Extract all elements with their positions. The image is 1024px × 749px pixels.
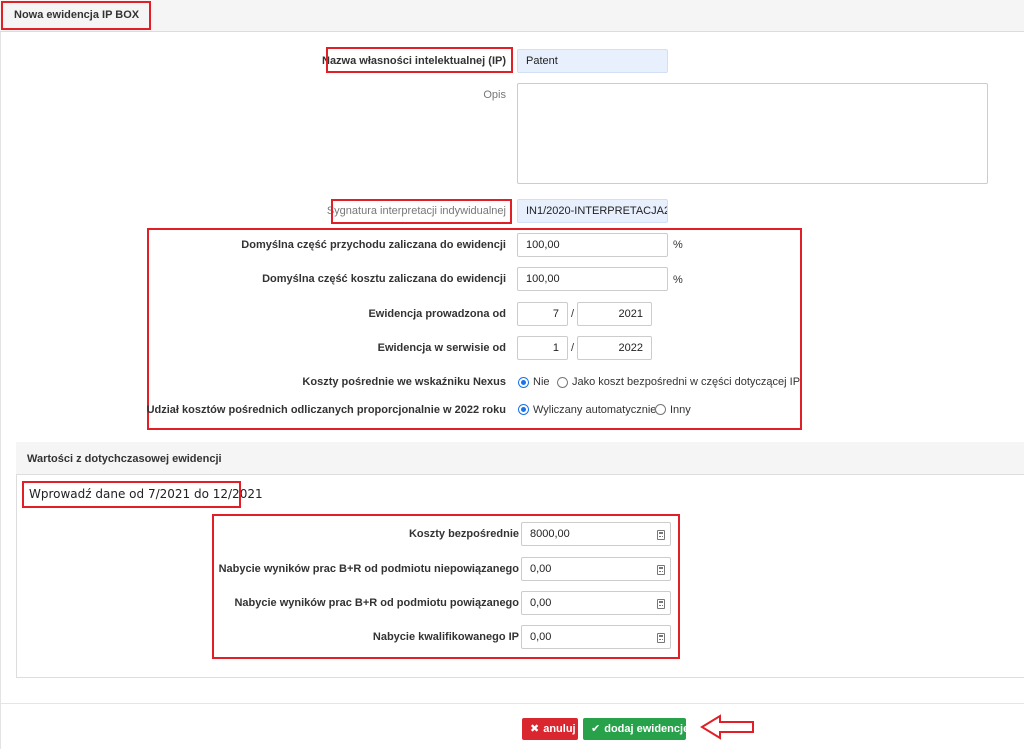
panel-header — [0, 0, 1024, 32]
kept-since-separator: / — [571, 308, 575, 320]
qualified-ip-label: Nabycie kwalifikowanego IP — [372, 631, 519, 643]
highlight-settings-group — [147, 228, 802, 430]
kept-since-label: Ewidencja prowadzona od — [368, 308, 506, 320]
close-icon: ✖ — [530, 723, 540, 735]
rd-unrelated-input[interactable]: 0,00 — [521, 557, 671, 581]
cost-share-unit: % — [673, 274, 683, 286]
kept-since-month-input[interactable]: 7 — [517, 302, 568, 326]
nexus-option-nie-label: Nie — [533, 376, 550, 388]
cost-share-input[interactable]: 100,00 — [517, 267, 668, 291]
calculator-icon[interactable] — [657, 565, 665, 575]
indirect-option-auto-radio[interactable] — [518, 404, 529, 415]
indirect-option-other-radio[interactable] — [655, 404, 666, 415]
calculator-icon[interactable] — [657, 599, 665, 609]
indirect-option-other-label: Inny — [670, 404, 691, 416]
add-record-button[interactable]: ✔ dodaj ewidencję — [583, 718, 689, 740]
indirect-share-label: Udział kosztów pośrednich odliczanych pr… — [146, 404, 506, 416]
income-share-unit: % — [673, 239, 683, 251]
rd-unrelated-label: Nabycie wyników prac B+R od podmiotu nie… — [218, 563, 519, 575]
direct-costs-input[interactable]: 8000,00 — [521, 522, 671, 546]
rd-related-label: Nabycie wyników prac B+R od podmiotu pow… — [234, 597, 519, 609]
description-label: Opis — [483, 89, 506, 101]
service-since-month-input[interactable]: 1 — [517, 336, 568, 360]
service-since-separator: / — [571, 342, 575, 354]
previous-values-title: Wartości z dotychczasowej ewidencji — [27, 453, 222, 465]
direct-costs-label: Koszty bezpośrednie — [408, 528, 519, 540]
footer-divider — [0, 703, 1024, 704]
calculator-icon[interactable] — [657, 633, 665, 643]
service-since-year-input[interactable]: 2022 — [577, 336, 652, 360]
description-textarea[interactable] — [517, 83, 988, 184]
indirect-option-auto-label: Wyliczany automatycznie — [533, 404, 657, 416]
highlight-signature-label — [331, 199, 512, 224]
nexus-option-direct-radio[interactable] — [557, 377, 568, 388]
ip-name-field[interactable]: Patent — [517, 49, 668, 73]
calculator-icon[interactable] — [657, 530, 665, 540]
highlight-panel-title — [1, 1, 151, 30]
nexus-option-direct-label: Jako koszt bezpośredni w części dotycząc… — [572, 376, 801, 388]
highlight-ip-name-label — [326, 47, 513, 73]
arrow-left-icon — [700, 714, 754, 740]
nexus-indirect-label: Koszty pośrednie we wskaźniku Nexus — [302, 376, 506, 388]
qualified-ip-input[interactable]: 0,00 — [521, 625, 671, 649]
cost-share-label: Domyślna część kosztu zaliczana do ewide… — [262, 273, 506, 285]
rd-related-input[interactable]: 0,00 — [521, 591, 671, 615]
service-since-label: Ewidencja w serwisie od — [377, 342, 506, 354]
income-share-input[interactable]: 100,00 — [517, 233, 668, 257]
signature-field[interactable]: IN1/2020-INTERPRETACJA20 — [517, 199, 668, 223]
check-icon: ✔ — [591, 723, 601, 735]
kept-since-year-input[interactable]: 2021 — [577, 302, 652, 326]
income-share-label: Domyślna część przychodu zaliczana do ew… — [241, 239, 506, 251]
nexus-option-nie-radio[interactable] — [518, 377, 529, 388]
cancel-button[interactable]: ✖ anuluj — [522, 718, 578, 740]
highlight-range-text — [22, 481, 241, 508]
